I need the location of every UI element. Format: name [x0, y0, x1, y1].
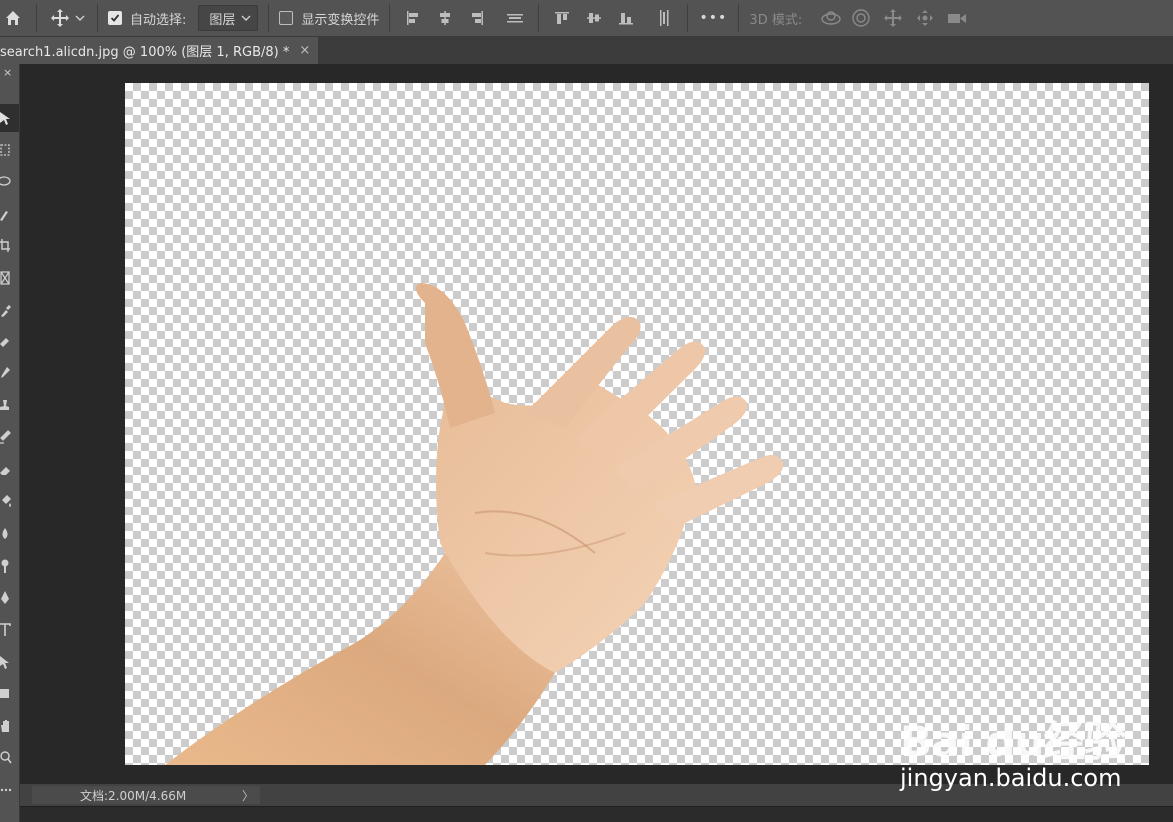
- path-arrow-icon: [0, 656, 9, 669]
- status-bar: 文档:2.00M/4.66M 〉: [20, 784, 1173, 806]
- brush-select-icon: [0, 211, 8, 221]
- marquee-icon: [0, 144, 10, 156]
- brush-tool-button[interactable]: [0, 360, 19, 388]
- image-canvas[interactable]: [125, 83, 1149, 765]
- chevron-right-icon[interactable]: 〉: [242, 787, 254, 804]
- separator: [687, 4, 689, 32]
- align-vertical-centers-icon[interactable]: [581, 5, 607, 31]
- separator: [538, 4, 540, 32]
- checkbox-checked-icon[interactable]: [108, 11, 122, 25]
- blur-tool-button[interactable]: [0, 520, 19, 548]
- document-workspace[interactable]: [20, 64, 1173, 784]
- brush-icon: [1, 367, 10, 378]
- eraser-tool-button[interactable]: [0, 456, 19, 484]
- distribute-horizontal-icon[interactable]: [502, 5, 528, 31]
- checkbox-unchecked-icon[interactable]: [279, 11, 294, 25]
- type-icon: [0, 623, 11, 636]
- separator: [36, 4, 37, 32]
- show-transform-controls-checkbox[interactable]: 显示变换控件: [279, 0, 379, 36]
- gradient-tool-button[interactable]: [0, 488, 19, 516]
- pan-3d-icon[interactable]: [880, 5, 906, 31]
- move-tool-icon[interactable]: [47, 5, 73, 31]
- drop-icon: [2, 528, 8, 539]
- zoom-icon: [0, 751, 12, 764]
- document-size-text: 文档:2.00M/4.66M: [80, 788, 187, 803]
- eraser-icon: [0, 467, 10, 475]
- auto-select-checkbox[interactable]: 自动选择:: [108, 0, 186, 36]
- separator: [268, 4, 270, 32]
- pen-icon: [1, 591, 9, 604]
- healing-icon: [0, 338, 9, 347]
- type-tool-button[interactable]: [0, 616, 19, 644]
- eyedropper-tool-button[interactable]: [0, 296, 19, 324]
- mode-3d-label-wrap: 3D 模式:: [749, 0, 802, 36]
- close-tab-icon[interactable]: ×: [299, 43, 310, 58]
- crop-icon: [0, 239, 10, 252]
- align-top-edges-icon[interactable]: [549, 5, 575, 31]
- align-bottom-edges-icon[interactable]: [613, 5, 639, 31]
- photoshop-window: 自动选择: 图层 显示变换控件 ••• 3D 模式: search1.alicd…: [0, 0, 1173, 822]
- separator: [738, 4, 740, 32]
- auto-select-target-dropdown[interactable]: 图层: [198, 5, 259, 31]
- marquee-tool-button[interactable]: [0, 136, 19, 164]
- clone-stamp-tool-button[interactable]: [0, 392, 19, 420]
- align-left-edges-icon[interactable]: [400, 5, 426, 31]
- more-tools-button[interactable]: [0, 776, 19, 804]
- more-options-button[interactable]: •••: [698, 0, 728, 36]
- pen-tool-button[interactable]: [0, 584, 19, 612]
- slide-3d-icon[interactable]: [912, 5, 938, 31]
- hand-image: [165, 283, 784, 765]
- crop-tool-button[interactable]: [0, 232, 19, 260]
- healing-brush-tool-button[interactable]: [0, 328, 19, 356]
- distribute-vertical-icon[interactable]: [651, 5, 677, 31]
- history-brush-icon: [0, 430, 11, 444]
- frame-icon: [0, 271, 10, 285]
- history-brush-tool-button[interactable]: [0, 424, 19, 452]
- dodge-tool-button[interactable]: [0, 552, 19, 580]
- paint-bucket-icon: [2, 495, 11, 507]
- document-size-field[interactable]: 文档:2.00M/4.66M 〉: [32, 786, 260, 804]
- shape-tool-button[interactable]: [0, 680, 19, 708]
- eyedropper-icon: [1, 305, 11, 317]
- hand-icon: [1, 720, 9, 732]
- frame-tool-button[interactable]: [0, 264, 19, 292]
- scale-3d-camera-icon[interactable]: [944, 5, 970, 31]
- tools-panel-close-icon[interactable]: ×: [3, 66, 12, 79]
- lasso-icon: [0, 176, 11, 186]
- quick-select-tool-button[interactable]: [0, 200, 19, 228]
- tool-preset-chevron-down-icon[interactable]: [73, 0, 87, 36]
- bottom-strip: [20, 806, 1173, 822]
- home-icon[interactable]: [0, 5, 26, 31]
- roll-3d-icon[interactable]: [848, 5, 874, 31]
- dodge-icon: [1, 559, 9, 573]
- separator: [389, 4, 391, 32]
- document-tab-bar: search1.alicdn.jpg @ 100% (图层 1, RGB/8) …: [0, 37, 1173, 64]
- chevron-down-icon: [241, 15, 251, 21]
- tools-panel: ×: [0, 64, 20, 822]
- options-bar: 自动选择: 图层 显示变换控件 ••• 3D 模式:: [0, 0, 1173, 37]
- ellipsis-icon: [0, 788, 12, 792]
- document-tab[interactable]: search1.alicdn.jpg @ 100% (图层 1, RGB/8) …: [0, 37, 318, 64]
- auto-select-label: 自动选择:: [130, 12, 187, 28]
- show-transform-controls-label: 显示变换控件: [301, 12, 380, 28]
- move-tool-button[interactable]: [0, 104, 19, 132]
- separator: [97, 4, 98, 32]
- lasso-tool-button[interactable]: [0, 168, 19, 196]
- ellipsis-icon: •••: [699, 10, 728, 26]
- auto-select-target-value: 图层: [209, 12, 236, 28]
- align-right-edges-icon[interactable]: [464, 5, 490, 31]
- align-horizontal-centers-icon[interactable]: [432, 5, 458, 31]
- zoom-tool-button[interactable]: [0, 744, 19, 772]
- mode-3d-label: 3D 模式:: [749, 12, 803, 28]
- rectangle-shape-icon: [0, 689, 9, 698]
- hand-tool-button[interactable]: [0, 712, 19, 740]
- document-tab-title: search1.alicdn.jpg @ 100% (图层 1, RGB/8) …: [0, 45, 290, 60]
- arrow-cursor-icon: [0, 112, 10, 125]
- path-select-tool-button[interactable]: [0, 648, 19, 676]
- stamp-icon: [0, 400, 9, 410]
- orbit-3d-icon[interactable]: [818, 5, 844, 31]
